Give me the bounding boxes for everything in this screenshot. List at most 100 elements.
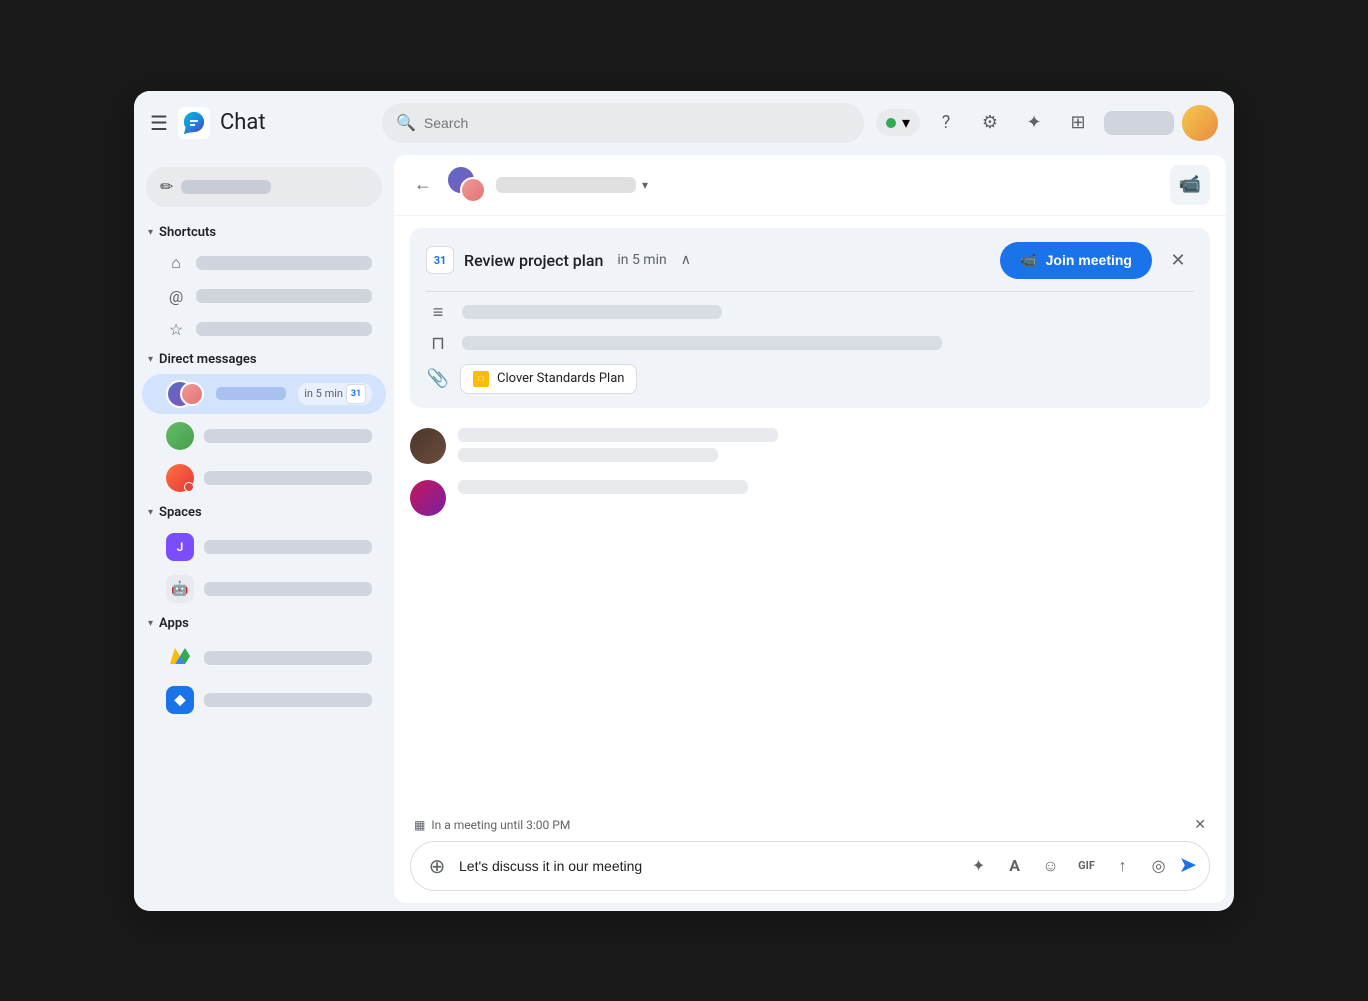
back-button[interactable]: ← [410, 170, 436, 199]
spark-input-button[interactable]: ✦ [963, 850, 995, 882]
status-chevron: ▾ [902, 113, 910, 132]
meeting-title: Review project plan [464, 251, 603, 270]
main-layout: ✏ ▾ Shortcuts ⌂ @ ☆ ▾ [134, 155, 1234, 911]
msg1-content [458, 428, 1210, 468]
video-call-button[interactable]: 📹 [1170, 165, 1210, 205]
shortcuts-section-header[interactable]: ▾ Shortcuts [134, 219, 394, 246]
sidebar-item-dm-3[interactable] [142, 458, 386, 498]
dm-active-name-placeholder [216, 387, 286, 400]
attachment-label: Clover Standards Plan [497, 371, 624, 386]
sidebar-item-starred[interactable]: ☆ [142, 314, 386, 345]
join-video-icon: 📹 [1020, 252, 1037, 269]
google-chat-logo [178, 107, 210, 139]
apps-chevron-icon: ▾ [148, 618, 153, 629]
spaces-section-header[interactable]: ▾ Spaces [134, 499, 394, 526]
attachment-chip[interactable]: □ Clover Standards Plan [460, 364, 637, 394]
calendar-icon: 31 [426, 246, 454, 274]
header-chevron-icon[interactable]: ▾ [642, 178, 648, 192]
join-meeting-button[interactable]: 📹 Join meeting [1000, 242, 1152, 279]
input-bar: ⊕ ✦ A ☺ GIF [410, 841, 1210, 891]
meeting-status-icon: ▦ [414, 818, 425, 832]
app-title: Chat [220, 110, 266, 135]
video-icon: 📹 [1179, 174, 1201, 195]
dm-section-header[interactable]: ▾ Direct messages [134, 346, 394, 373]
doc-icon: □ [473, 371, 489, 387]
meeting-status-text: In a meeting until 3:00 PM [431, 818, 570, 832]
sidebar-item-drive[interactable] [142, 638, 386, 678]
upload-icon: ↑ [1119, 856, 1127, 876]
app2-name-placeholder [204, 693, 372, 707]
msg2-line1 [458, 480, 748, 494]
compose-icon: ✏ [160, 177, 173, 196]
mic-button[interactable]: ◎ [1143, 850, 1175, 882]
add-button[interactable]: ⊕ [423, 854, 451, 878]
search-input[interactable] [424, 115, 850, 131]
new-chat-button[interactable]: ✏ [146, 167, 382, 207]
sidebar: ✏ ▾ Shortcuts ⌂ @ ☆ ▾ [134, 155, 394, 911]
dm-chevron-icon: ▾ [148, 354, 153, 365]
settings-button[interactable]: ⚙ [972, 105, 1008, 141]
mic-icon: ◎ [1152, 856, 1166, 875]
topbar-right: ▾ ? ⚙ ✦ ⊞ [876, 105, 1218, 141]
input-actions: ✦ A ☺ GIF ↑ [963, 850, 1197, 882]
detail-lines-icon: ≡ [426, 302, 450, 323]
status-dot [886, 118, 896, 128]
help-button[interactable]: ? [928, 105, 964, 141]
format-button[interactable]: A [999, 850, 1031, 882]
chat-header: ← ▾ 📹 [394, 155, 1226, 216]
new-chat-label-placeholder [181, 180, 271, 194]
chat-header-name: ▾ [496, 177, 1160, 193]
detail2-placeholder [462, 336, 942, 350]
meeting-status-close-button[interactable]: ✕ [1194, 817, 1206, 833]
dm-meeting-badge: in 5 min 31 [298, 383, 372, 405]
apps-section-header[interactable]: ▾ Apps [134, 610, 394, 637]
sidebar-item-dm-2[interactable] [142, 416, 386, 456]
sidebar-item-space-bot[interactable]: 🤖 [142, 569, 386, 609]
status-pill[interactable]: ▾ [876, 109, 920, 136]
meeting-expand-icon[interactable]: ∧ [681, 252, 691, 268]
shortcuts-label: Shortcuts [159, 225, 216, 240]
dm2-avatar [166, 422, 194, 450]
drive-icon [166, 644, 194, 672]
message-input[interactable] [459, 858, 955, 874]
topbar: ☰ Chat 🔍 [134, 91, 1234, 155]
gif-button[interactable]: GIF [1071, 850, 1103, 882]
dm-label: Direct messages [159, 352, 257, 367]
chat-header-avatar [446, 165, 486, 205]
sidebar-item-mention[interactable]: @ [142, 281, 386, 312]
msg2-content [458, 480, 1210, 500]
sidebar-item-dm-active[interactable]: in 5 min 31 [142, 374, 386, 414]
meeting-time: in 5 min [617, 252, 666, 268]
messages-area [394, 420, 1226, 809]
sidebar-item-space-j[interactable]: J [142, 527, 386, 567]
detail-location-icon: ⊓ [426, 333, 450, 354]
topbar-left: ☰ Chat [150, 107, 370, 139]
spark-button[interactable]: ✦ [1016, 105, 1052, 141]
spark-input-icon: ✦ [972, 856, 985, 875]
spaces-chevron-icon: ▾ [148, 507, 153, 518]
sidebar-item-home[interactable]: ⌂ [142, 247, 386, 279]
banner-divider [426, 291, 1194, 292]
search-icon: 🔍 [396, 113, 416, 132]
upload-button[interactable]: ↑ [1107, 850, 1139, 882]
meeting-detail-row-1: ≡ [426, 302, 1194, 323]
hamburger-icon[interactable]: ☰ [150, 111, 168, 135]
meeting-status-bar: ▦ In a meeting until 3:00 PM ✕ [410, 817, 1210, 833]
meeting-details: ≡ ⊓ 📎 □ Clover Standards Plan [426, 302, 1194, 394]
meeting-banner: 31 Review project plan in 5 min ∧ 📹 Join… [410, 228, 1210, 408]
chat-bottom: ▦ In a meeting until 3:00 PM ✕ ⊕ ✦ A [394, 809, 1226, 903]
send-button[interactable]: ➤ [1179, 853, 1197, 878]
gif-label: GIF [1078, 859, 1095, 872]
space-bot-icon: 🤖 [166, 575, 194, 603]
user-avatar[interactable] [1182, 105, 1218, 141]
home-icon: ⌂ [166, 253, 186, 273]
sidebar-item-app2[interactable]: ◆ [142, 680, 386, 720]
mention-label-placeholder [196, 289, 372, 303]
space-bot-name-placeholder [204, 582, 372, 596]
close-banner-button[interactable]: ✕ [1162, 244, 1194, 276]
grid-button[interactable]: ⊞ [1060, 105, 1096, 141]
join-btn-label: Join meeting [1046, 252, 1132, 268]
grid-icon: ⊞ [1070, 112, 1085, 133]
search-bar[interactable]: 🔍 [382, 103, 864, 143]
emoji-button[interactable]: ☺ [1035, 850, 1067, 882]
